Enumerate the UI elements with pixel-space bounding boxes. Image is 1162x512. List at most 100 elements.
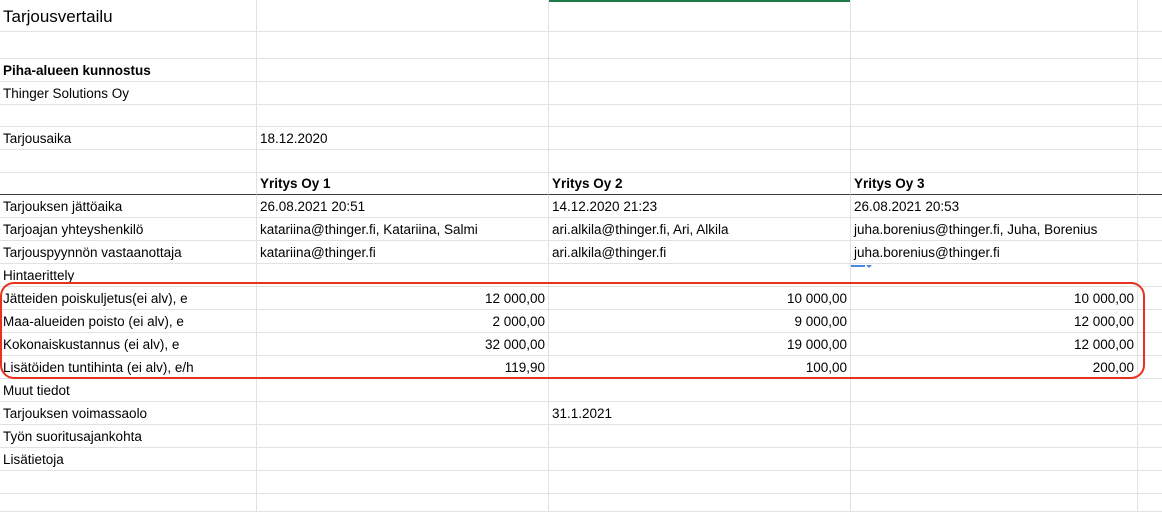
- validity-label-cell[interactable]: Tarjouksen voimassaolo: [0, 402, 257, 425]
- project-name-cell[interactable]: Piha-alueen kunnostus: [0, 59, 257, 82]
- price-value-cell[interactable]: 12 000,00: [851, 310, 1138, 333]
- cell[interactable]: [1138, 150, 1162, 173]
- cell[interactable]: [1138, 310, 1162, 333]
- cell[interactable]: [549, 32, 851, 59]
- cell[interactable]: [257, 59, 549, 82]
- cell[interactable]: [1138, 333, 1162, 356]
- cell[interactable]: [257, 448, 549, 471]
- cell[interactable]: [1138, 494, 1162, 512]
- cell[interactable]: [851, 0, 1138, 32]
- price-value-cell[interactable]: 12 000,00: [851, 333, 1138, 356]
- info-value-cell[interactable]: ari.alkila@thinger.fi: [549, 241, 851, 264]
- cell[interactable]: [1138, 356, 1162, 379]
- cell[interactable]: [851, 471, 1138, 494]
- info-value-cell[interactable]: juha.borenius@thinger.fi: [851, 241, 1138, 264]
- company-header-3[interactable]: Yritys Oy 3: [851, 173, 1138, 195]
- cell[interactable]: [1138, 379, 1162, 402]
- cell[interactable]: [257, 471, 549, 494]
- cell[interactable]: [257, 105, 549, 127]
- company-header-2[interactable]: Yritys Oy 2: [549, 173, 851, 195]
- company-header-1[interactable]: Yritys Oy 1: [257, 173, 549, 195]
- price-value-cell[interactable]: 32 000,00: [257, 333, 549, 356]
- cell[interactable]: [1138, 32, 1162, 59]
- price-value-cell[interactable]: 10 000,00: [851, 287, 1138, 310]
- price-value-cell[interactable]: 19 000,00: [549, 333, 851, 356]
- price-value-cell[interactable]: 2 000,00: [257, 310, 549, 333]
- cell[interactable]: [549, 425, 851, 448]
- info-value-cell[interactable]: ari.alkila@thinger.fi, Ari, Alkila: [549, 218, 851, 241]
- cell[interactable]: [549, 105, 851, 127]
- cell[interactable]: [1138, 241, 1162, 264]
- price-label-cell[interactable]: Lisätöiden tuntihinta (ei alv), e/h: [0, 356, 257, 379]
- cell[interactable]: [257, 402, 549, 425]
- price-value-cell[interactable]: 12 000,00: [257, 287, 549, 310]
- cell[interactable]: [0, 173, 257, 195]
- cell[interactable]: [851, 494, 1138, 512]
- cell[interactable]: [257, 82, 549, 105]
- cell[interactable]: [851, 127, 1138, 150]
- cell[interactable]: [0, 150, 257, 173]
- price-label-cell[interactable]: Kokonaiskustannus (ei alv), e: [0, 333, 257, 356]
- info-label-cell[interactable]: Tarjouksen jättöaika: [0, 195, 257, 218]
- cell[interactable]: [1138, 195, 1162, 218]
- cell[interactable]: [549, 59, 851, 82]
- price-value-cell[interactable]: 200,00: [851, 356, 1138, 379]
- cell[interactable]: [549, 471, 851, 494]
- price-value-cell[interactable]: 119,90: [257, 356, 549, 379]
- cell[interactable]: [851, 448, 1138, 471]
- info-value-cell[interactable]: 26.08.2021 20:51: [257, 195, 549, 218]
- info-value-cell[interactable]: 14.12.2020 21:23: [549, 195, 851, 218]
- cell[interactable]: [1138, 425, 1162, 448]
- cell[interactable]: [1138, 287, 1162, 310]
- cell[interactable]: [0, 32, 257, 59]
- info-label-cell[interactable]: Tarjoajan yhteyshenkilö: [0, 218, 257, 241]
- price-label-cell[interactable]: Maa-alueiden poisto (ei alv), e: [0, 310, 257, 333]
- cell[interactable]: [851, 264, 1138, 287]
- validity-value-cell[interactable]: 31.1.2021: [549, 402, 851, 425]
- info-label-cell[interactable]: Tarjouspyynnön vastaanottaja: [0, 241, 257, 264]
- cell[interactable]: [851, 402, 1138, 425]
- cell[interactable]: [1138, 105, 1162, 127]
- cell[interactable]: [0, 494, 257, 512]
- cell[interactable]: [1138, 82, 1162, 105]
- cell[interactable]: [257, 379, 549, 402]
- cell[interactable]: [1138, 264, 1162, 287]
- sheet-title-cell[interactable]: Tarjousvertailu: [0, 0, 257, 32]
- cell[interactable]: [257, 264, 549, 287]
- dropdown-marker-icon[interactable]: [851, 265, 872, 268]
- cell[interactable]: [549, 264, 851, 287]
- cell[interactable]: [1138, 471, 1162, 494]
- offer-time-value-cell[interactable]: 18.12.2020: [257, 127, 549, 150]
- cell[interactable]: [549, 494, 851, 512]
- work-time-label-cell[interactable]: Työn suoritusajankohta: [0, 425, 257, 448]
- cell[interactable]: [851, 59, 1138, 82]
- cell[interactable]: [549, 150, 851, 173]
- cell[interactable]: [257, 494, 549, 512]
- other-section-label[interactable]: Muut tiedot: [0, 379, 257, 402]
- cell[interactable]: [1138, 448, 1162, 471]
- cell[interactable]: [851, 82, 1138, 105]
- cell[interactable]: [851, 379, 1138, 402]
- extra-info-label-cell[interactable]: Lisätietoja: [0, 448, 257, 471]
- cell[interactable]: [0, 471, 257, 494]
- cell[interactable]: [1138, 59, 1162, 82]
- company-name-cell[interactable]: Thinger Solutions Oy: [0, 82, 257, 105]
- cell[interactable]: [257, 425, 549, 448]
- cell[interactable]: [851, 150, 1138, 173]
- info-value-cell[interactable]: 26.08.2021 20:53: [851, 195, 1138, 218]
- cell[interactable]: [851, 32, 1138, 59]
- cell[interactable]: [1138, 0, 1162, 32]
- cell[interactable]: [1138, 402, 1162, 425]
- cell[interactable]: [549, 0, 851, 32]
- price-label-cell[interactable]: Jätteiden poiskuljetus(ei alv), e: [0, 287, 257, 310]
- cell[interactable]: [1138, 218, 1162, 241]
- cell[interactable]: [549, 127, 851, 150]
- cell[interactable]: [1138, 173, 1162, 195]
- cell[interactable]: [851, 425, 1138, 448]
- info-value-cell[interactable]: katariina@thinger.fi: [257, 241, 549, 264]
- cell[interactable]: [549, 379, 851, 402]
- cell[interactable]: [1138, 127, 1162, 150]
- cell[interactable]: [257, 0, 549, 32]
- cell[interactable]: [257, 150, 549, 173]
- cell[interactable]: [549, 82, 851, 105]
